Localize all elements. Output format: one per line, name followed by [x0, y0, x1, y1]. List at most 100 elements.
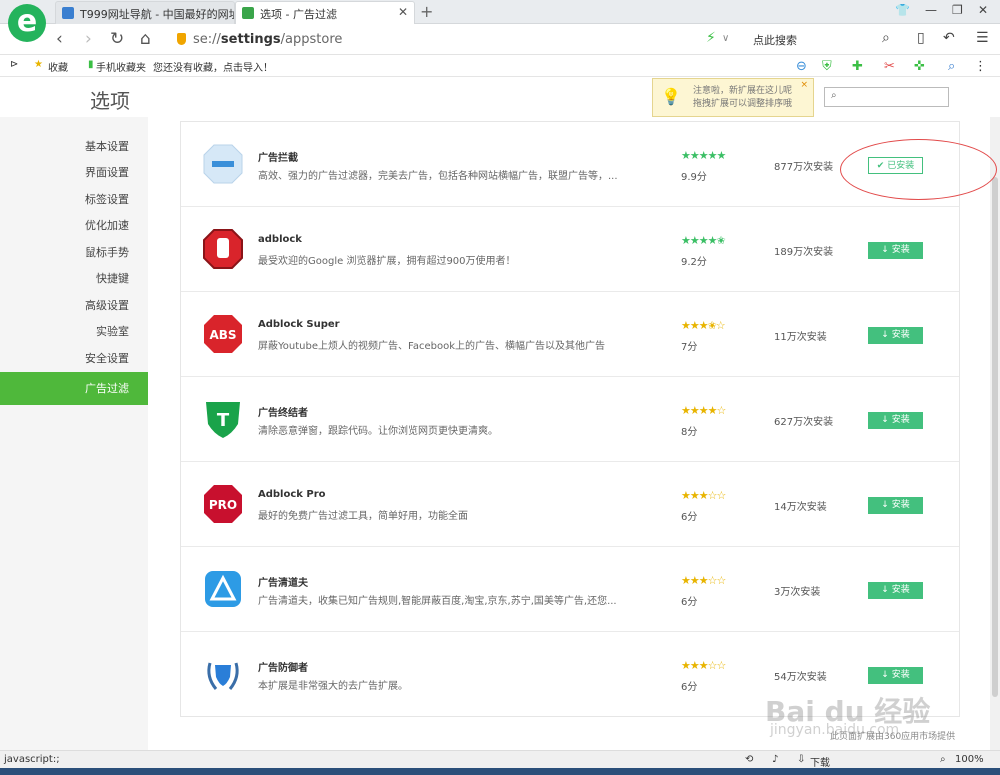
- svg-text:PRO: PRO: [209, 498, 237, 512]
- extension-name: Adblock Super: [258, 319, 340, 330]
- search-icon[interactable]: ⌕: [882, 30, 890, 46]
- rating-stars: ★★★☆☆: [681, 574, 726, 587]
- shield-ext-icon[interactable]: ⛨: [822, 59, 832, 74]
- sidebar-item-lab[interactable]: 实验室: [0, 322, 148, 342]
- scrollbar-thumb[interactable]: [992, 177, 998, 697]
- phone-icon: ▮: [88, 59, 94, 70]
- install-button[interactable]: ↓ 安装: [868, 667, 923, 684]
- scissors-ext-icon[interactable]: ✂: [884, 59, 895, 74]
- minimize-icon[interactable]: —: [925, 3, 937, 17]
- page-title: 选项: [90, 89, 130, 113]
- home-icon[interactable]: ⌂: [140, 29, 151, 49]
- rating-stars: ★★★★★: [681, 149, 726, 162]
- list-item: PRO Adblock Pro 最好的免费广告过滤工具，简单好用，功能全面 ★★…: [181, 462, 959, 547]
- sidebar-item-adfilter[interactable]: 广告过滤: [0, 372, 148, 405]
- pro-icon: PRO: [204, 485, 242, 523]
- taskbar: [0, 768, 1000, 775]
- close-window-icon[interactable]: ✕: [978, 3, 988, 17]
- zoom-icon[interactable]: ⌕: [940, 754, 946, 765]
- watermark-url: jingyan.baidu.com: [770, 722, 900, 738]
- sidebar-item-tabs[interactable]: 标签设置: [0, 190, 148, 210]
- zoom-level[interactable]: 100%: [955, 754, 984, 765]
- sidebar-item-advanced[interactable]: 高级设置: [0, 296, 148, 316]
- install-button[interactable]: ↓ 安装: [868, 327, 923, 344]
- address-toolbar: ‹ › ↻ ⌂ se://settings/appstore ⚡ ∨ 点此搜索 …: [0, 24, 1000, 55]
- mobile-favorites-button[interactable]: 手机收藏夹: [96, 59, 146, 74]
- skin-icon[interactable]: 👕: [895, 3, 910, 17]
- tab-t999[interactable]: T999网址导航 - 中国最好的网址: [55, 1, 235, 24]
- more-icon[interactable]: ⋮: [974, 59, 987, 74]
- svg-text:T: T: [217, 410, 230, 431]
- close-tab-icon[interactable]: ✕: [398, 5, 408, 19]
- install-button[interactable]: ↓ 安装: [868, 582, 923, 599]
- sidebar-item-basic[interactable]: 基本设置: [0, 137, 148, 157]
- favorites-bar: ⊳ ★ 收藏 ▮ 手机收藏夹 您还没有收藏，点击导入！ ⊖ ⛨ ✚ ✂ ✜ ⌕ …: [0, 55, 1000, 77]
- extension-name: adblock: [258, 234, 302, 245]
- address-input[interactable]: se://settings/appstore: [193, 32, 342, 47]
- install-button[interactable]: ↓ 安装: [868, 412, 923, 429]
- chevron-down-icon[interactable]: ∨: [722, 33, 729, 44]
- close-icon[interactable]: ×: [800, 80, 808, 90]
- history-icon[interactable]: ⟲: [745, 754, 753, 765]
- speed-icon[interactable]: ⚡: [706, 30, 716, 46]
- scrollbar[interactable]: [990, 117, 1000, 750]
- options-search-input[interactable]: ⌕: [824, 87, 949, 107]
- extension-description: 屏蔽Youtube上烦人的视频广告、Facebook上的广告、横幅广告以及其他广…: [258, 341, 605, 352]
- game-ext-icon[interactable]: ✜: [914, 59, 925, 74]
- star-icon: ★: [34, 59, 43, 70]
- install-count: 877万次安装: [774, 162, 834, 173]
- browser-logo[interactable]: e: [8, 4, 46, 42]
- extension-name: 广告拦截: [258, 153, 298, 164]
- tip-line: 注意啦，新扩展在这儿呢: [693, 86, 793, 96]
- url-host: settings: [220, 32, 281, 47]
- refresh-icon[interactable]: ↻: [110, 29, 124, 49]
- download-icon[interactable]: ⇩: [797, 754, 805, 765]
- install-count: 11万次安装: [774, 332, 827, 343]
- ad-block-icon: [203, 144, 243, 184]
- sidebar-item-gestures[interactable]: 鼠标手势: [0, 243, 148, 263]
- extension-name: 广告终结者: [258, 408, 308, 419]
- sidebar-item-shortcuts[interactable]: 快捷键: [0, 269, 148, 289]
- restore-icon[interactable]: ❐: [952, 3, 963, 17]
- download-button[interactable]: 下载: [810, 754, 830, 769]
- rating-stars: ★★★★✬: [681, 234, 726, 247]
- extension-name: 广告防御者: [258, 663, 308, 674]
- extension-description: 清除恶意弹窗，跟踪代码。让你浏览网页更快更清爽。: [258, 426, 498, 437]
- search-ext-icon[interactable]: ⌕: [948, 59, 955, 74]
- menu-icon[interactable]: ☰: [976, 30, 989, 46]
- laurel-shield-icon: [207, 662, 239, 690]
- install-count: 627万次安装: [774, 417, 834, 428]
- rating-stars: ★★★☆☆: [681, 659, 726, 672]
- ad-block-ext-icon[interactable]: ⊖: [796, 59, 807, 74]
- list-item: ABS Adblock Super 屏蔽Youtube上烦人的视频广告、Face…: [181, 292, 959, 377]
- install-button[interactable]: ↓ 安装: [868, 242, 923, 259]
- favorites-button[interactable]: 收藏: [48, 59, 68, 74]
- home-icon: [62, 7, 74, 19]
- rating-stars: ★★★☆☆: [681, 489, 726, 502]
- search-icon: ⌕: [831, 90, 837, 101]
- security-shield-icon: [177, 33, 186, 45]
- reader-icon[interactable]: ▯: [917, 30, 925, 46]
- forward-icon[interactable]: ›: [85, 29, 92, 49]
- import-favorites-link[interactable]: 您还没有收藏，点击导入！: [153, 59, 273, 74]
- sound-icon[interactable]: ♪: [772, 754, 778, 765]
- extension-name: 广告清道夫: [258, 578, 308, 589]
- status-text: javascript:;: [4, 754, 60, 765]
- tab-label: 选项 - 广告过滤: [260, 8, 337, 21]
- undo-icon[interactable]: ↶: [943, 30, 955, 46]
- sidebar-toggle-icon[interactable]: ⊳: [10, 59, 18, 70]
- install-button[interactable]: ↓ 安装: [868, 497, 923, 514]
- search-input[interactable]: 点此搜索: [753, 32, 797, 48]
- list-item: 广告清道夫 广告清道夫，收集已知广告规则,智能屏蔽百度,淘宝,京东,苏宁,国美等…: [181, 547, 959, 632]
- settings-wrench-icon: [242, 7, 254, 19]
- sidebar-item-optimize[interactable]: 优化加速: [0, 216, 148, 236]
- translate-ext-icon[interactable]: ✚: [852, 59, 863, 74]
- options-sidebar: 基本设置 界面设置 标签设置 优化加速 鼠标手势 快捷键 高级设置 实验室 安全…: [0, 117, 148, 750]
- install-count: 189万次安装: [774, 247, 834, 258]
- back-icon[interactable]: ‹: [56, 29, 63, 49]
- sidebar-item-interface[interactable]: 界面设置: [0, 163, 148, 183]
- new-tab-button[interactable]: +: [420, 2, 433, 21]
- rating-score: 6分: [681, 512, 698, 523]
- tab-options[interactable]: 选项 - 广告过滤 ✕: [235, 1, 415, 24]
- sidebar-item-security[interactable]: 安全设置: [0, 349, 148, 369]
